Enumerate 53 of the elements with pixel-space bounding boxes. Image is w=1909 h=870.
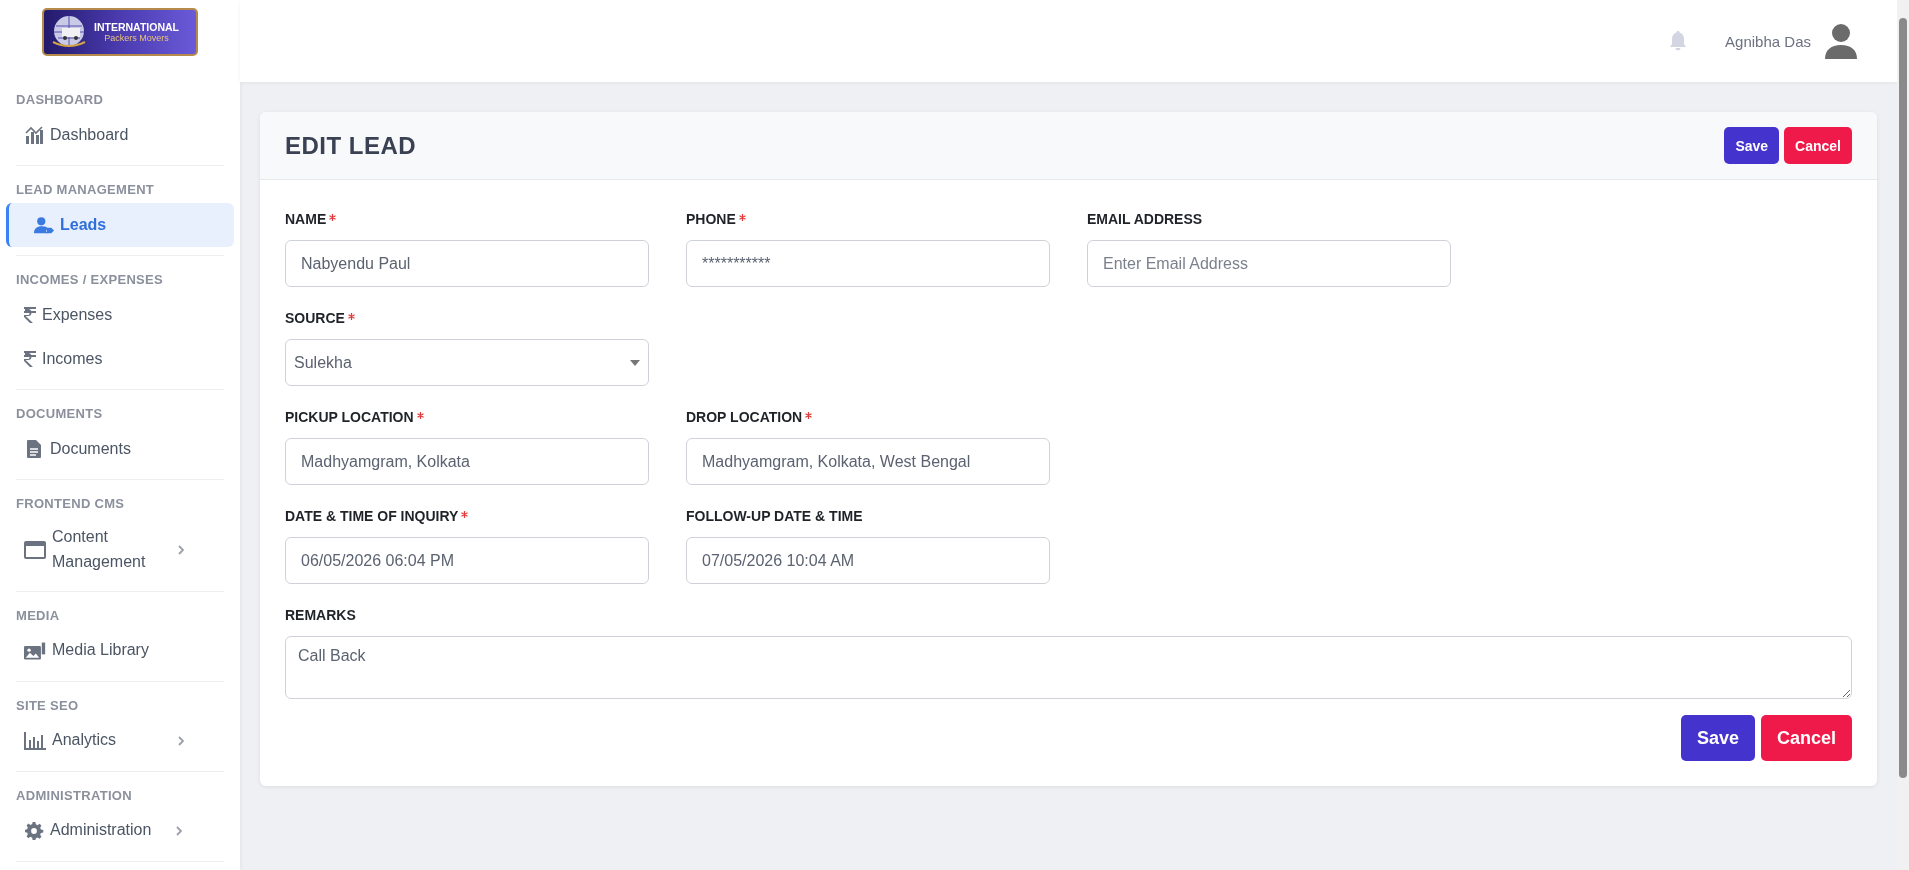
section-heading: DOCUMENTS xyxy=(16,406,104,421)
logo: INTERNATIONAL Packers Movers xyxy=(42,8,198,56)
remarks-field[interactable]: Call Back xyxy=(285,636,1852,699)
sidebar-item[interactable]: Dashboard xyxy=(6,113,234,157)
avatar-icon[interactable] xyxy=(1825,23,1857,59)
section-heading: FRONTEND CMS xyxy=(16,496,126,511)
sidebar-item[interactable]: Media Library xyxy=(6,628,234,673)
field-label: DATE & TIME OF INQUIRY xyxy=(285,508,459,524)
field-label: DROP LOCATION xyxy=(686,409,803,425)
input-field[interactable]: Enter Email Address xyxy=(1087,240,1451,287)
sidebar-item[interactable]: Documents xyxy=(6,427,234,471)
cancel-button[interactable]: Cancel xyxy=(1784,127,1852,164)
input-field[interactable]: *********** xyxy=(686,240,1050,287)
cancel-button[interactable]: Cancel xyxy=(1760,715,1852,761)
window-icon xyxy=(24,540,46,559)
field-label: FOLLOW-UP DATE & TIME xyxy=(686,508,863,524)
source-select[interactable]: Sulekha xyxy=(285,339,649,386)
field-label: EMAIL ADDRESS xyxy=(1087,211,1203,227)
field-label: NAME xyxy=(285,211,327,227)
input-field[interactable]: Madhyamgram, Kolkata xyxy=(285,438,649,485)
sidebar-item[interactable]: Incomes xyxy=(6,337,234,381)
field-label: PHONE xyxy=(686,211,736,227)
gear-icon xyxy=(24,821,44,840)
document-icon xyxy=(24,440,44,458)
save-button[interactable]: Save xyxy=(1680,715,1755,761)
sidebar-item[interactable]: Analytics xyxy=(6,718,234,763)
bar-chart-icon xyxy=(24,126,44,144)
input-field[interactable]: Nabyendu Paul xyxy=(285,240,649,287)
section-heading: ADMINISTRATION xyxy=(16,787,133,803)
sidebar-item[interactable]: Leads xyxy=(6,203,234,247)
input-field[interactable]: 07/05/2026 10:04 AM xyxy=(686,537,1050,584)
rupee-icon xyxy=(24,351,36,367)
section-heading: INCOMES / EXPENSES xyxy=(16,272,164,287)
field-label: REMARKS xyxy=(285,607,356,623)
user-name[interactable]: Agnibha Das xyxy=(1725,32,1811,50)
sidebar-item[interactable]: Expenses xyxy=(6,293,234,337)
field-label: SOURCE xyxy=(285,310,345,326)
rupee-icon xyxy=(24,307,36,323)
section-heading: LEAD MANAGEMENT xyxy=(16,182,156,197)
input-field[interactable]: 06/05/2026 06:04 PM xyxy=(285,537,649,584)
card-title: EDIT LEAD xyxy=(285,131,417,160)
sidebar-item[interactable]: Content Management xyxy=(6,517,234,583)
section-heading: MEDIA xyxy=(16,607,61,623)
save-button[interactable]: Save xyxy=(1724,127,1780,164)
images-icon xyxy=(24,641,46,660)
section-heading: SITE SEO xyxy=(16,697,80,713)
input-field[interactable]: Madhyamgram, Kolkata, West Bengal xyxy=(686,438,1050,485)
section-heading: DASHBOARD xyxy=(16,92,105,107)
bar-chart-icon xyxy=(24,731,46,750)
sidebar-item[interactable]: Administration xyxy=(6,808,234,853)
caret-icon xyxy=(630,359,640,366)
field-label: PICKUP LOCATION xyxy=(285,409,414,425)
user-tag-icon xyxy=(34,216,54,234)
